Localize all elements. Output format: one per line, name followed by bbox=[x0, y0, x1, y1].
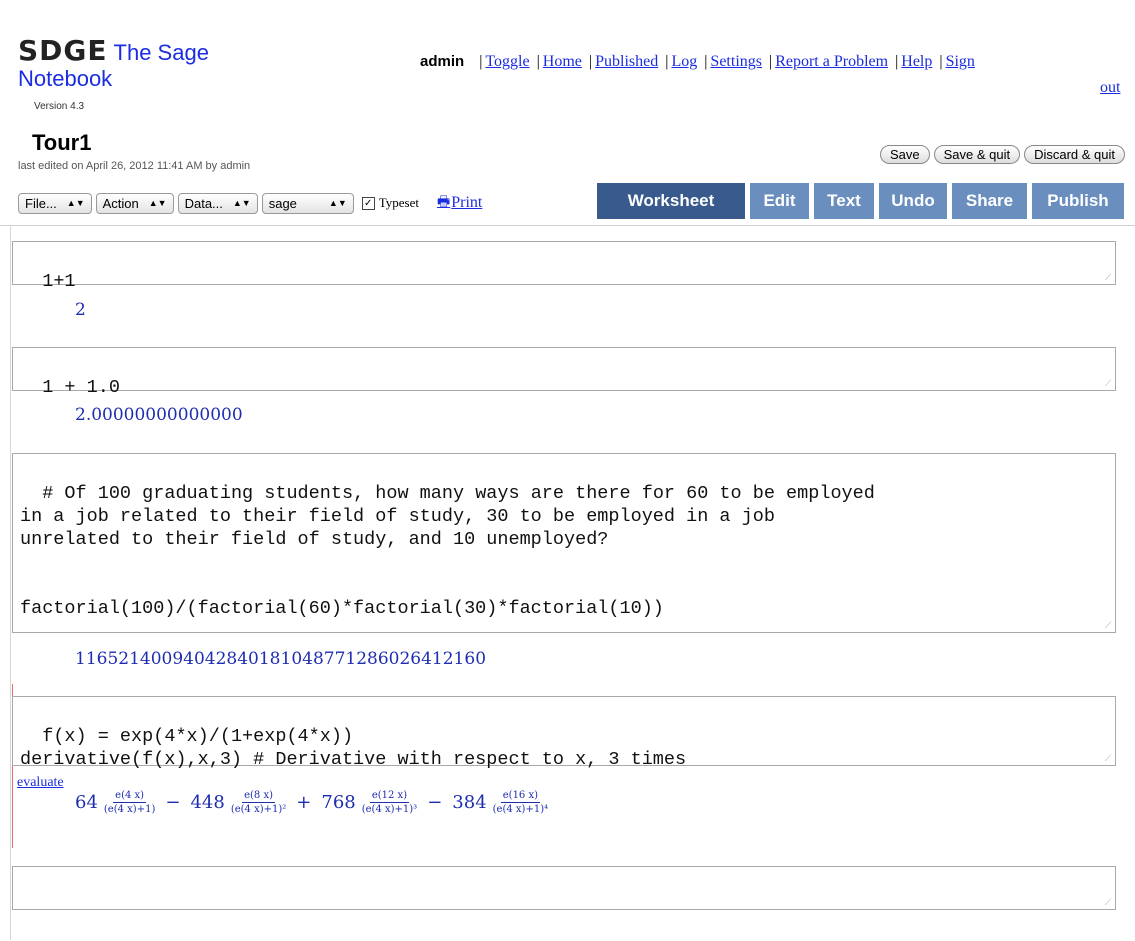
math-operator: − bbox=[427, 792, 443, 813]
system-select-label: sage bbox=[268, 195, 297, 211]
discard-quit-button[interactable]: Discard & quit bbox=[1024, 145, 1125, 164]
math-coefficient: 768 bbox=[321, 792, 356, 813]
action-menu-label: Action bbox=[102, 195, 139, 211]
math-term: 384 e(16 x) (e(4 x)+1)⁴ bbox=[452, 790, 548, 815]
cell-input-text: 1 + 1.0 bbox=[42, 377, 120, 398]
username: admin bbox=[420, 53, 465, 70]
cell-input-text: # Of 100 graduating students, how many w… bbox=[20, 483, 875, 619]
math-numerator: e(8 x) bbox=[242, 790, 275, 803]
resize-grip-icon[interactable]: ⟋ bbox=[1105, 755, 1113, 764]
print-link[interactable]: 🖶 Print bbox=[437, 191, 482, 215]
resize-grip-icon[interactable]: ⟋ bbox=[1105, 622, 1113, 631]
save-button[interactable]: Save bbox=[879, 145, 930, 164]
nav-sign-out-continued[interactable]: out bbox=[1100, 79, 1120, 97]
printer-icon: 🖶 bbox=[437, 195, 451, 210]
nav-log[interactable]: Log bbox=[671, 53, 697, 70]
math-fraction: e(16 x) (e(4 x)+1)⁴ bbox=[493, 790, 548, 815]
app-name: The Sage bbox=[113, 40, 209, 65]
math-term: 64 e(4 x) (e(4 x)+1) bbox=[75, 790, 155, 815]
input-cell[interactable]: 1+1 ⟋ bbox=[12, 241, 1116, 292]
worksheet-title[interactable]: Tour1 bbox=[32, 130, 91, 156]
action-menu-select[interactable]: Action ▲▼ bbox=[95, 192, 174, 214]
sage-logo[interactable]: SDGE The Sage bbox=[18, 34, 209, 67]
input-cell[interactable]: 1 + 1.0 ⟋ bbox=[12, 347, 1116, 398]
worksheet-toolbar: File... ▲▼ Action ▲▼ Data... ▲▼ sage ▲▼ ✓ Typ… bbox=[18, 190, 482, 216]
last-edited-info: last edited on April 26, 2012 11:41 AM b… bbox=[18, 160, 251, 172]
cell-input-text: 1+1 bbox=[42, 271, 76, 292]
save-buttons: Save Save & quit Discard & quit bbox=[876, 145, 1125, 164]
math-fraction: e(8 x) (e(4 x)+1)² bbox=[231, 790, 286, 815]
system-select[interactable]: sage ▲▼ bbox=[261, 192, 354, 214]
top-navigation: admin | Toggle | Home | Published | Log | Sett… bbox=[420, 53, 975, 70]
cell-output: 2 bbox=[75, 300, 86, 320]
sage-logo-mark: SDGE bbox=[18, 34, 108, 67]
data-menu-label: Data... bbox=[184, 195, 223, 211]
evaluate-link[interactable]: evaluate bbox=[17, 775, 64, 791]
cell-gutter bbox=[10, 226, 11, 940]
worksheet-tabs: Worksheet Edit Text Undo Share Publish bbox=[597, 183, 1124, 219]
cell-output: 2.00000000000000 bbox=[75, 405, 243, 425]
math-numerator: e(16 x) bbox=[500, 790, 541, 803]
math-denominator: (e(4 x)+1)⁴ bbox=[492, 804, 549, 815]
nav-report-problem[interactable]: Report a Problem bbox=[775, 53, 888, 70]
math-coefficient: 448 bbox=[190, 792, 225, 813]
resize-grip-icon[interactable]: ⟋ bbox=[1105, 380, 1113, 389]
nav-help[interactable]: Help bbox=[901, 53, 932, 70]
empty-input-cell[interactable]: ⟋ bbox=[12, 866, 1116, 910]
data-menu-select[interactable]: Data... ▲▼ bbox=[177, 192, 258, 214]
tab-worksheet[interactable]: Worksheet bbox=[597, 183, 745, 219]
resize-grip-icon[interactable]: ⟋ bbox=[1105, 899, 1113, 908]
math-coefficient: 64 bbox=[75, 792, 98, 813]
typeset-label: Typeset bbox=[378, 195, 419, 210]
nav-sign-out[interactable]: Sign bbox=[946, 53, 975, 70]
cell-output: 1165214009404284018104877128602641216​0 bbox=[75, 649, 487, 669]
app-name-line2: Notebook bbox=[18, 66, 113, 91]
print-label: Print bbox=[451, 194, 483, 211]
resize-grip-icon[interactable]: ⟋ bbox=[1105, 274, 1113, 283]
nav-toggle[interactable]: Toggle bbox=[485, 53, 529, 70]
typeset-toggle[interactable]: ✓ Typeset bbox=[361, 195, 419, 211]
save-quit-button[interactable]: Save & quit bbox=[933, 145, 1021, 164]
tab-edit[interactable]: Edit bbox=[750, 183, 809, 219]
tab-undo[interactable]: Undo bbox=[879, 183, 947, 219]
tab-share[interactable]: Share bbox=[952, 183, 1027, 219]
math-denominator: (e(4 x)+1)² bbox=[230, 804, 287, 815]
file-menu-label: File... bbox=[25, 195, 57, 211]
select-arrows-icon: ▲▼ bbox=[66, 198, 85, 208]
math-coefficient: 384 bbox=[452, 792, 487, 813]
select-arrows-icon: ▲▼ bbox=[328, 198, 347, 208]
tab-text[interactable]: Text bbox=[814, 183, 874, 219]
math-denominator: (e(4 x)+1) bbox=[103, 804, 156, 815]
math-fraction: e(4 x) (e(4 x)+1) bbox=[104, 790, 155, 815]
nav-settings[interactable]: Settings bbox=[710, 53, 762, 70]
cell-input-text: f(x) = exp(4*x)/(1+exp(4*x)) derivative(… bbox=[20, 726, 687, 770]
input-cell[interactable]: # Of 100 graduating students, how many w… bbox=[12, 453, 1116, 633]
math-numerator: e(12 x) bbox=[369, 790, 410, 803]
math-fraction: e(12 x) (e(4 x)+1)³ bbox=[362, 790, 417, 815]
nav-published[interactable]: Published bbox=[595, 53, 658, 70]
select-arrows-icon: ▲▼ bbox=[232, 198, 251, 208]
math-term: 768 e(12 x) (e(4 x)+1)³ bbox=[321, 790, 417, 815]
math-operator: + bbox=[296, 792, 312, 813]
select-arrows-icon: ▲▼ bbox=[148, 198, 167, 208]
checkbox-checked-icon[interactable]: ✓ bbox=[361, 196, 375, 210]
input-cell[interactable]: f(x) = exp(4*x)/(1+exp(4*x)) derivative(… bbox=[12, 696, 1116, 770]
math-operator: − bbox=[165, 792, 181, 813]
math-output: 64 e(4 x) (e(4 x)+1) − 448 e(8 x) (e(4 x)+… bbox=[75, 790, 548, 815]
math-numerator: e(4 x) bbox=[113, 790, 147, 803]
nav-home[interactable]: Home bbox=[543, 53, 582, 70]
math-term: 448 e(8 x) (e(4 x)+1)² bbox=[190, 790, 286, 815]
tab-publish[interactable]: Publish bbox=[1032, 183, 1124, 219]
version-label: Version 4.3 bbox=[34, 101, 85, 112]
math-denominator: (e(4 x)+1)³ bbox=[361, 804, 418, 815]
file-menu-select[interactable]: File... ▲▼ bbox=[18, 192, 92, 214]
